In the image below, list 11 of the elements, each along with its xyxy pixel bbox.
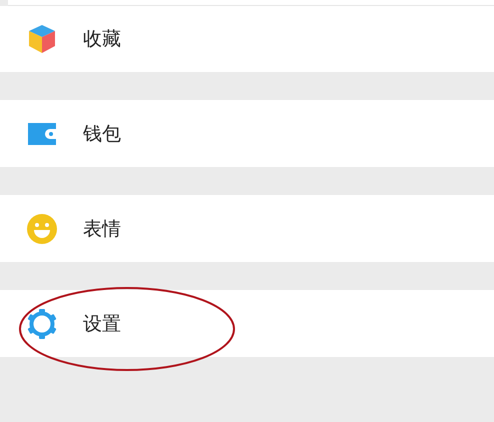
menu-label: 收藏 [83,27,121,52]
menu-item[interactable]: 表情 [0,195,494,262]
menu-label: 表情 [83,216,121,242]
menu-label: 钱包 [83,122,121,146]
smiley-icon [26,212,58,244]
menu-item[interactable]: 钱包 [0,100,494,167]
menu-item[interactable]: 收藏 [0,6,494,72]
menu-item[interactable]: 设置 [0,290,494,357]
cube-icon [26,23,58,55]
settings-icon [26,308,58,340]
menu-label: 设置 [83,312,121,336]
